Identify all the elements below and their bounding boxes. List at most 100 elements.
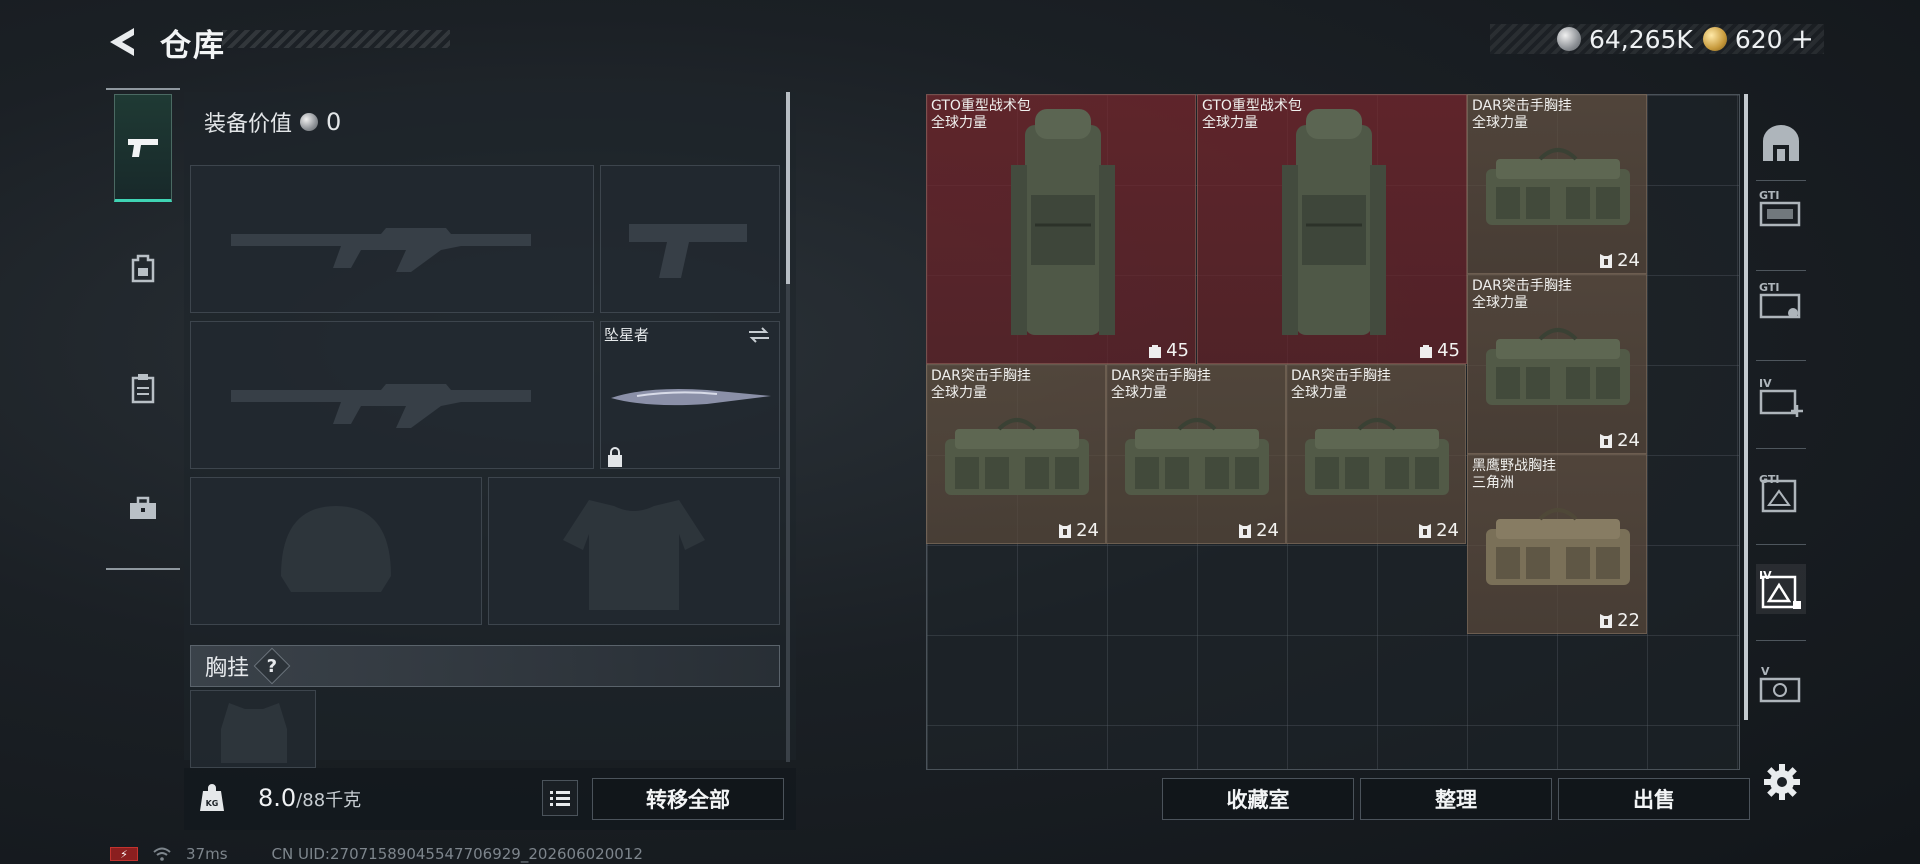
svg-text:GTI: GTI [1759, 281, 1779, 294]
backpack-count-icon [1149, 344, 1162, 358]
lock-icon [606, 446, 624, 468]
side-tab-container-5[interactable]: IV [1756, 564, 1806, 614]
equipment-scrollbar-thumb[interactable] [786, 92, 790, 284]
backpack-art-icon [1282, 109, 1386, 335]
storage-scrollbar-thumb[interactable] [1744, 94, 1748, 720]
tab-backpacks[interactable] [114, 214, 172, 322]
swap-icon[interactable] [746, 326, 772, 344]
item-durability: 24 [1418, 520, 1459, 541]
equipment-value-amount: 0 [326, 108, 342, 136]
page-title: 仓库 [160, 28, 226, 64]
storage-item[interactable]: DAR突击手胸挂 全球力量 24 [1467, 94, 1647, 274]
silver-coin-icon [300, 113, 319, 131]
toolbox-icon [130, 496, 156, 519]
clipboard-icon [131, 374, 155, 404]
side-tab-arch[interactable] [1756, 118, 1806, 168]
vest-count-icon [1059, 523, 1072, 538]
currency-bar: 64,265K 620 + [1490, 24, 1824, 54]
helmet-slot[interactable] [190, 477, 482, 625]
help-icon[interactable]: ? [253, 647, 291, 685]
title-decoration [222, 30, 450, 48]
chest-rig-art-icon [1486, 148, 1630, 225]
back-arrow-icon [110, 28, 134, 56]
organize-button[interactable]: 整理 [1360, 778, 1552, 820]
vest-count-icon [1419, 523, 1432, 538]
list-icon [550, 791, 570, 806]
wifi-icon [153, 847, 171, 861]
settings-button[interactable] [1760, 760, 1804, 804]
side-divider [1756, 640, 1806, 641]
item-durability: 24 [1599, 430, 1640, 451]
rifle-silhouette-icon [231, 228, 531, 272]
sidearm-slot[interactable] [600, 165, 780, 313]
container-gti-icon: GTI [1759, 473, 1797, 513]
container-v-icon: V [1759, 665, 1801, 703]
item-durability: 22 [1599, 610, 1640, 631]
chest-rig-silhouette-icon [221, 703, 287, 763]
transfer-all-button[interactable]: 转移全部 [592, 778, 784, 820]
storage-item[interactable]: GTO重型战术包 全球力量 45 [1197, 94, 1467, 364]
vest-count-icon [1600, 253, 1613, 268]
svg-text:KG: KG [206, 799, 219, 808]
item-name-label: DAR突击手胸挂 全球力量 [1111, 368, 1211, 401]
item-durability: 24 [1238, 520, 1279, 541]
item-durability: 45 [1419, 340, 1460, 361]
gear-icon [1764, 764, 1800, 800]
tab-weapons[interactable] [114, 94, 172, 202]
back-button[interactable] [104, 22, 144, 62]
side-tab-container-1[interactable]: GTI [1756, 184, 1806, 234]
side-tab-container-4[interactable]: GTI [1756, 468, 1806, 518]
battery-icon: ⚡ [110, 847, 138, 861]
storage-item[interactable]: DAR突击手胸挂 全球力量 24 [926, 364, 1106, 544]
collection-room-button[interactable]: 收藏室 [1162, 778, 1354, 820]
svg-text:GTI: GTI [1759, 189, 1779, 202]
side-tab-container-6[interactable]: V [1756, 660, 1806, 710]
chest-rig-art-icon [1125, 418, 1269, 495]
weight-icon: KG [199, 784, 225, 812]
svg-text:IV: IV [1759, 377, 1772, 390]
side-divider [1756, 270, 1806, 271]
weight-readout: 8.0/88千克 [258, 784, 361, 812]
gold-amount: 620 [1734, 24, 1783, 54]
chest-rig-art-icon [1486, 328, 1630, 405]
item-name-label: GTO重型战术包 全球力量 [1202, 98, 1302, 131]
storage-item[interactable]: DAR突击手胸挂 全球力量 24 [1286, 364, 1466, 544]
item-name-label: GTO重型战术包 全球力量 [931, 98, 1031, 131]
chest-rig-slot[interactable] [190, 690, 316, 768]
arch-icon [1763, 125, 1799, 161]
storage-item[interactable]: DAR突击手胸挂 全球力量 24 [1467, 274, 1647, 454]
chest-rig-label: 胸挂 [205, 656, 250, 681]
item-name-label: 黑鹰野战胸挂 三角洲 [1472, 458, 1556, 491]
pistol-icon [128, 139, 158, 157]
add-currency-icon[interactable]: + [1791, 25, 1814, 53]
side-tab-container-3[interactable]: IV [1756, 372, 1806, 422]
storage-item[interactable]: GTO重型战术包 全球力量 45 [926, 94, 1196, 364]
container-gti-icon: GTI [1759, 281, 1801, 319]
backpack-icon [131, 254, 155, 283]
storage-item[interactable]: DAR突击手胸挂 全球力量 24 [1106, 364, 1286, 544]
sell-button[interactable]: 出售 [1558, 778, 1750, 820]
vest-count-icon [1239, 523, 1252, 538]
pistol-silhouette-icon [629, 224, 747, 278]
secondary-weapon-slot[interactable] [190, 321, 594, 469]
armor-slot[interactable] [488, 477, 780, 625]
chest-rig-art-icon [1305, 418, 1449, 495]
tab-equipment[interactable] [114, 334, 172, 442]
item-durability: 45 [1148, 340, 1189, 361]
vest-count-icon [1600, 433, 1613, 448]
status-bar: ⚡ 37ms CN UID:270715890455477069​29_2026… [110, 844, 643, 864]
container-gti-icon: GTI [1759, 189, 1801, 227]
side-divider [1756, 544, 1806, 545]
category-tabs [106, 88, 180, 570]
container-iv-add-icon: IV [1759, 377, 1803, 417]
item-name-label: DAR突击手胸挂 全球力量 [931, 368, 1031, 401]
side-tab-container-2[interactable]: GTI [1756, 276, 1806, 326]
currency-gold[interactable]: 620 + [1702, 24, 1814, 54]
vest-silhouette-icon [563, 500, 705, 610]
item-name-label: DAR突击手胸挂 全球力量 [1291, 368, 1391, 401]
storage-item[interactable]: 黑鹰野战胸挂 三角洲 22 [1467, 454, 1647, 634]
list-view-button[interactable] [542, 780, 578, 816]
item-durability: 24 [1058, 520, 1099, 541]
tab-items[interactable] [114, 454, 172, 562]
primary-weapon-slot[interactable] [190, 165, 594, 313]
